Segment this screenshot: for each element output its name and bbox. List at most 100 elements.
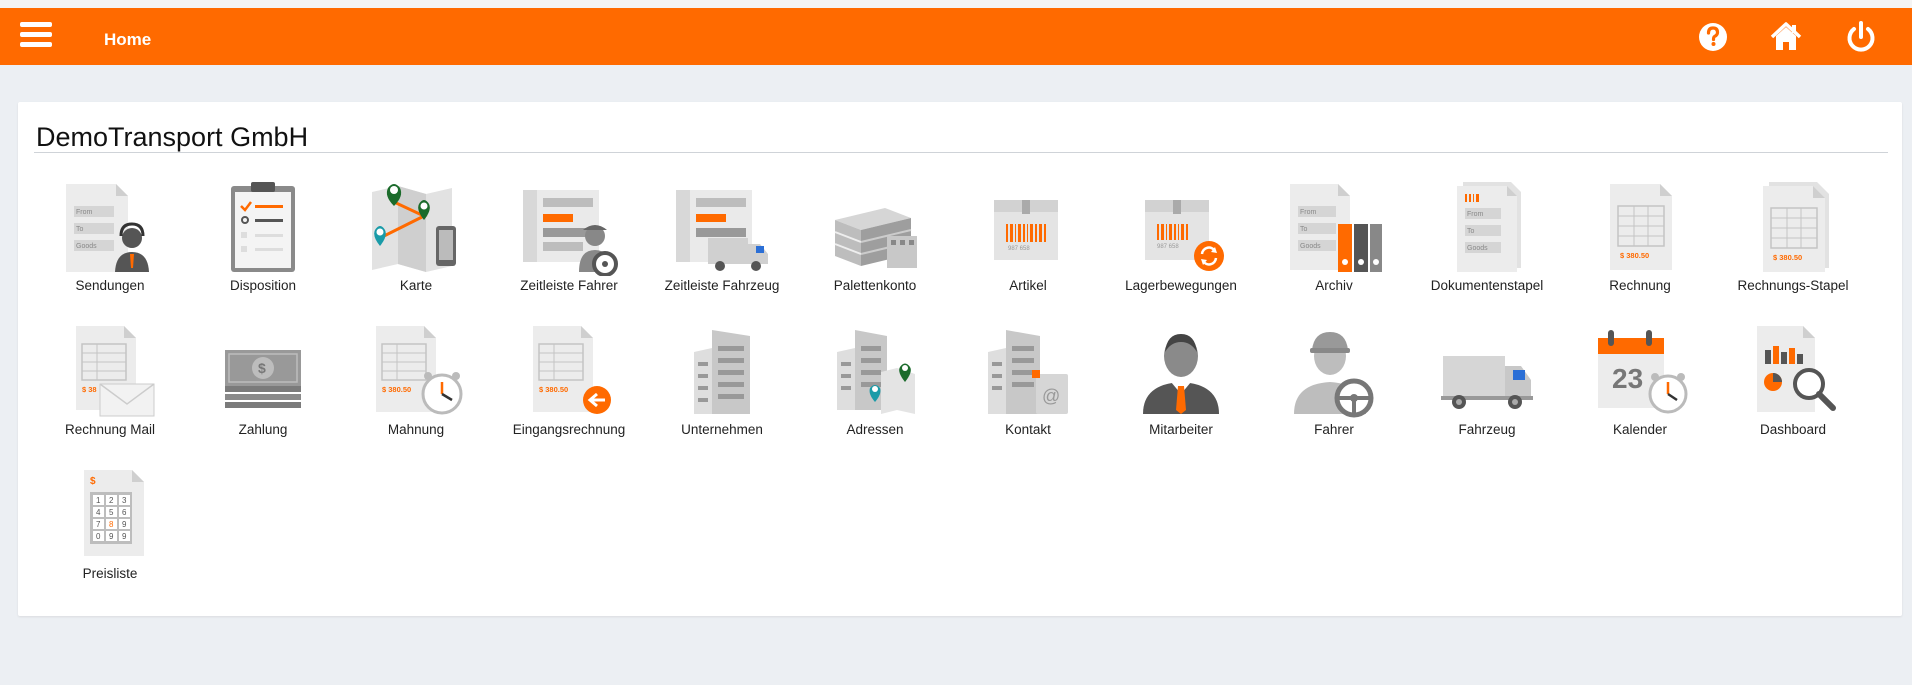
svg-text:9: 9: [122, 520, 127, 529]
tile-label: Fahrzeug: [1458, 422, 1516, 437]
tile-label: Mahnung: [387, 422, 445, 437]
tile-preisliste[interactable]: $ 1 2 3 4 5 6 7 8 9 0 9 9 Preisliste: [34, 466, 186, 594]
svg-text:To: To: [1300, 226, 1308, 233]
svg-text:987 658: 987 658: [1008, 246, 1030, 252]
article-box-icon: 987 658: [994, 200, 1058, 260]
tile-zahlung[interactable]: $ Zahlung: [187, 322, 339, 450]
pricelist-icon: $ 1 2 3 4 5 6 7 8 9 0 9 9: [84, 470, 144, 556]
tile-label: Disposition: [229, 278, 297, 293]
contact-icon: @: [988, 330, 1068, 414]
svg-text:23: 23: [1612, 363, 1643, 394]
tile-label: Rechnung Mail: [64, 422, 156, 437]
tile-label: Artikel: [1009, 278, 1047, 293]
tile-rechnungs-stapel[interactable]: $ 380.50 Rechnungs-Stapel: [1717, 178, 1869, 306]
document-stack-icon: From To Goods: [1457, 182, 1521, 272]
tile-palettenkonto[interactable]: Palettenkonto: [799, 178, 951, 306]
tile-label: Zeitleiste Fahrer: [520, 278, 618, 293]
tile-dokumentenstapel[interactable]: From To Goods Dokumentenstapel: [1411, 178, 1563, 306]
invoice-icon: $ 380.50: [1610, 184, 1672, 270]
tile-archiv[interactable]: From To Goods Archiv: [1258, 178, 1410, 306]
truck-icon: [1441, 356, 1533, 409]
tile-lagerbewegungen[interactable]: 987 658 Lagerbewegungen: [1105, 178, 1257, 306]
tile-mahnung[interactable]: $ 380.50 Mahnung: [340, 322, 492, 450]
stock-movement-icon: 987 658: [1145, 200, 1224, 271]
company-building-icon: [694, 330, 750, 414]
shipments-icon: From To Goods: [66, 184, 149, 272]
tile-label: Zeitleiste Fahrzeug: [664, 278, 780, 293]
tile-karte[interactable]: Karte: [340, 178, 492, 306]
svg-text:From: From: [76, 209, 93, 216]
tile-label: Karte: [399, 278, 433, 293]
reminder-icon: $ 380.50: [376, 326, 463, 415]
svg-text:$: $: [90, 476, 96, 487]
svg-text:$ 380.50: $ 380.50: [1620, 251, 1649, 260]
svg-text:Goods: Goods: [1467, 245, 1488, 252]
driver-icon: [1294, 332, 1374, 418]
svg-text:$: $: [258, 360, 266, 376]
svg-text:From: From: [1300, 209, 1317, 216]
tile-rechnung[interactable]: $ 380.50 Rechnung: [1564, 178, 1716, 306]
tile-rechnung-mail[interactable]: $ 38 Rechnung Mail: [34, 322, 186, 450]
svg-text:$ 380.50: $ 380.50: [539, 385, 568, 394]
svg-text:@: @: [1042, 386, 1060, 406]
pallets-icon: [834, 208, 917, 268]
tile-label: Rechnungs-Stapel: [1737, 278, 1849, 293]
main-card: DemoTransport GmbH From To Goods Sendung…: [18, 102, 1902, 616]
vehicle-timeline-icon: [676, 190, 768, 271]
addresses-icon: [837, 330, 915, 414]
tile-sendungen[interactable]: From To Goods Sendungen: [34, 178, 186, 306]
tile-label: Fahrer: [1314, 422, 1354, 437]
svg-text:$ 380.50: $ 380.50: [1773, 253, 1802, 262]
svg-text:4: 4: [96, 508, 101, 517]
tile-label: Zahlung: [238, 422, 288, 437]
tile-mitarbeiter[interactable]: Mitarbeiter: [1105, 322, 1257, 450]
tile-eingangsrechnung[interactable]: $ 380.50 Eingangsrechnung: [493, 322, 645, 450]
svg-text:Goods: Goods: [76, 243, 97, 250]
tile-label: Eingangsrechnung: [512, 422, 626, 437]
svg-text:To: To: [76, 226, 84, 233]
incoming-invoice-icon: $ 380.50: [533, 326, 611, 414]
svg-text:Goods: Goods: [1300, 243, 1321, 250]
tile-label: Preisliste: [82, 566, 138, 581]
tile-disposition[interactable]: Disposition: [187, 178, 339, 306]
tile-zeitleiste-fahrzeug[interactable]: Zeitleiste Fahrzeug: [646, 178, 798, 306]
tile-kalender[interactable]: 23 Kalender: [1564, 322, 1716, 450]
home-icon[interactable]: [1768, 19, 1804, 55]
tile-label: Unternehmen: [681, 422, 763, 437]
tile-fahrzeug[interactable]: Fahrzeug: [1411, 322, 1563, 450]
title-divider: [34, 152, 1888, 153]
svg-text:987 658: 987 658: [1157, 244, 1179, 250]
svg-text:1: 1: [96, 496, 101, 505]
browser-top-strip: [0, 0, 1912, 8]
svg-text:8: 8: [109, 520, 114, 529]
tile-dashboard[interactable]: Dashboard: [1717, 322, 1869, 450]
tile-kontakt[interactable]: @ Kontakt: [952, 322, 1104, 450]
tile-label: Palettenkonto: [833, 278, 917, 293]
svg-text:To: To: [1467, 228, 1475, 235]
svg-text:9: 9: [109, 532, 114, 541]
tile-label: Rechnung: [1609, 278, 1671, 293]
tile-label: Sendungen: [75, 278, 145, 293]
page-title: Home: [104, 30, 152, 49]
tile-fahrer[interactable]: Fahrer: [1258, 322, 1410, 450]
clipboard-icon: [231, 182, 295, 272]
tile-unternehmen[interactable]: Unternehmen: [646, 322, 798, 450]
help-icon[interactable]: [1695, 19, 1731, 55]
svg-text:9: 9: [122, 532, 127, 541]
tile-label: Dokumentenstapel: [1430, 278, 1544, 293]
tile-label: Kalender: [1612, 422, 1668, 437]
tile-adressen[interactable]: Adressen: [799, 322, 951, 450]
tile-artikel[interactable]: 987 658 Artikel: [952, 178, 1104, 306]
svg-text:3: 3: [122, 496, 127, 505]
tile-label: Lagerbewegungen: [1125, 278, 1237, 293]
tile-label: Dashboard: [1759, 422, 1827, 437]
archive-icon: From To Goods: [1290, 184, 1382, 272]
svg-text:2: 2: [109, 496, 114, 505]
invoice-stack-icon: $ 380.50: [1763, 182, 1829, 272]
power-icon[interactable]: [1843, 19, 1879, 55]
top-navigation-bar: Home: [0, 8, 1912, 65]
svg-text:7: 7: [96, 520, 101, 529]
tile-zeitleiste-fahrer[interactable]: Zeitleiste Fahrer: [493, 178, 645, 306]
driver-timeline-icon: [523, 190, 618, 276]
menu-icon[interactable]: [20, 22, 52, 52]
